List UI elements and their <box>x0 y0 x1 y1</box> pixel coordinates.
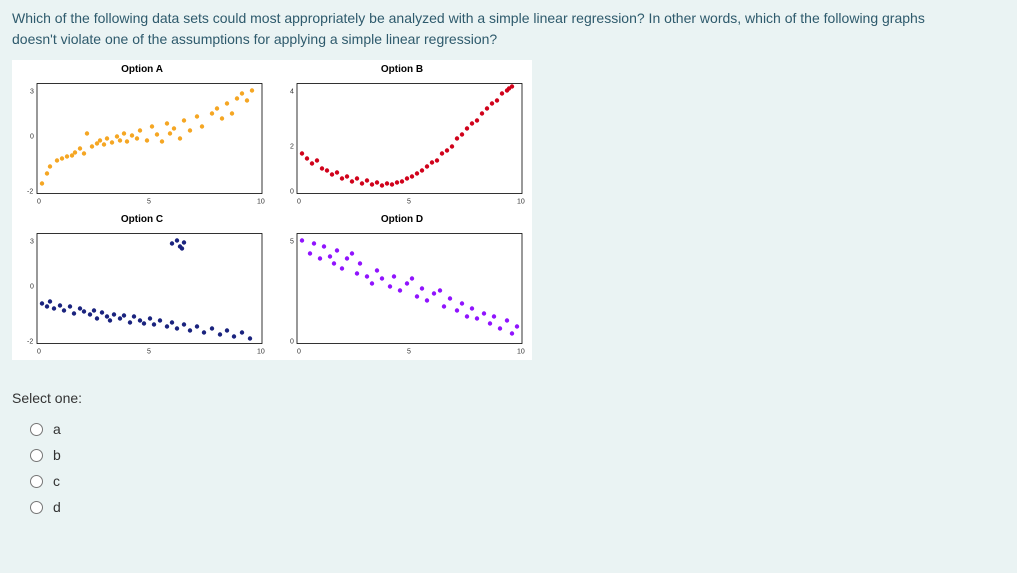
option-label-d: d <box>53 499 61 515</box>
chart-option-b: Option B 0 5 10 0 2 4 <box>272 60 532 210</box>
svg-text:0: 0 <box>37 349 41 356</box>
svg-text:0: 0 <box>30 284 34 291</box>
svg-text:0: 0 <box>290 339 294 346</box>
svg-text:10: 10 <box>517 199 525 206</box>
svg-text:5: 5 <box>147 349 151 356</box>
chart-c-plot: 0 5 10 -2 0 3 <box>12 227 272 360</box>
select-one-label: Select one: <box>12 390 1005 406</box>
radio-d[interactable] <box>30 501 43 514</box>
svg-text:5: 5 <box>147 199 151 206</box>
question-line2: doesn't violate one of the assumptions f… <box>12 31 497 47</box>
radio-b[interactable] <box>30 449 43 462</box>
svg-text:10: 10 <box>257 349 265 356</box>
svg-text:10: 10 <box>517 349 525 356</box>
charts-grid: Option A 0 5 10 -2 0 3 <box>12 60 1005 360</box>
option-label-a: a <box>53 421 61 437</box>
svg-text:0: 0 <box>290 189 294 196</box>
answer-section: Select one: a b c d <box>12 390 1005 520</box>
svg-text:-2: -2 <box>27 189 33 196</box>
svg-text:5: 5 <box>407 199 411 206</box>
chart-option-a: Option A 0 5 10 -2 0 3 <box>12 60 272 210</box>
chart-a-title: Option A <box>121 64 163 75</box>
svg-text:-2: -2 <box>27 339 33 346</box>
svg-text:3: 3 <box>30 89 34 96</box>
option-row-a: a <box>12 416 1005 442</box>
svg-text:5: 5 <box>407 349 411 356</box>
svg-text:4: 4 <box>290 89 294 96</box>
option-label-b: b <box>53 447 61 463</box>
chart-b-title: Option B <box>381 64 423 75</box>
svg-text:5: 5 <box>290 239 294 246</box>
svg-text:2: 2 <box>290 144 294 151</box>
option-row-d: d <box>12 494 1005 520</box>
svg-text:0: 0 <box>297 349 301 356</box>
svg-text:0: 0 <box>297 199 301 206</box>
options-list: a b c d <box>12 416 1005 520</box>
option-label-c: c <box>53 473 60 489</box>
chart-c-title: Option C <box>121 214 163 225</box>
radio-a[interactable] <box>30 423 43 436</box>
option-row-b: b <box>12 442 1005 468</box>
chart-d-title: Option D <box>381 214 423 225</box>
chart-a-plot: 0 5 10 -2 0 3 <box>12 77 272 210</box>
option-row-c: c <box>12 468 1005 494</box>
question-line1: Which of the following data sets could m… <box>12 10 925 26</box>
svg-text:0: 0 <box>30 134 34 141</box>
chart-b-plot: 0 5 10 0 2 4 <box>272 77 532 210</box>
svg-text:10: 10 <box>257 199 265 206</box>
svg-text:3: 3 <box>30 239 34 246</box>
chart-d-plot: 0 5 10 0 5 <box>272 227 532 360</box>
chart-option-d: Option D 0 5 10 0 5 <box>272 210 532 360</box>
radio-c[interactable] <box>30 475 43 488</box>
svg-text:0: 0 <box>37 199 41 206</box>
question-text: Which of the following data sets could m… <box>12 8 1005 50</box>
chart-option-c: Option C 0 5 10 -2 0 3 <box>12 210 272 360</box>
